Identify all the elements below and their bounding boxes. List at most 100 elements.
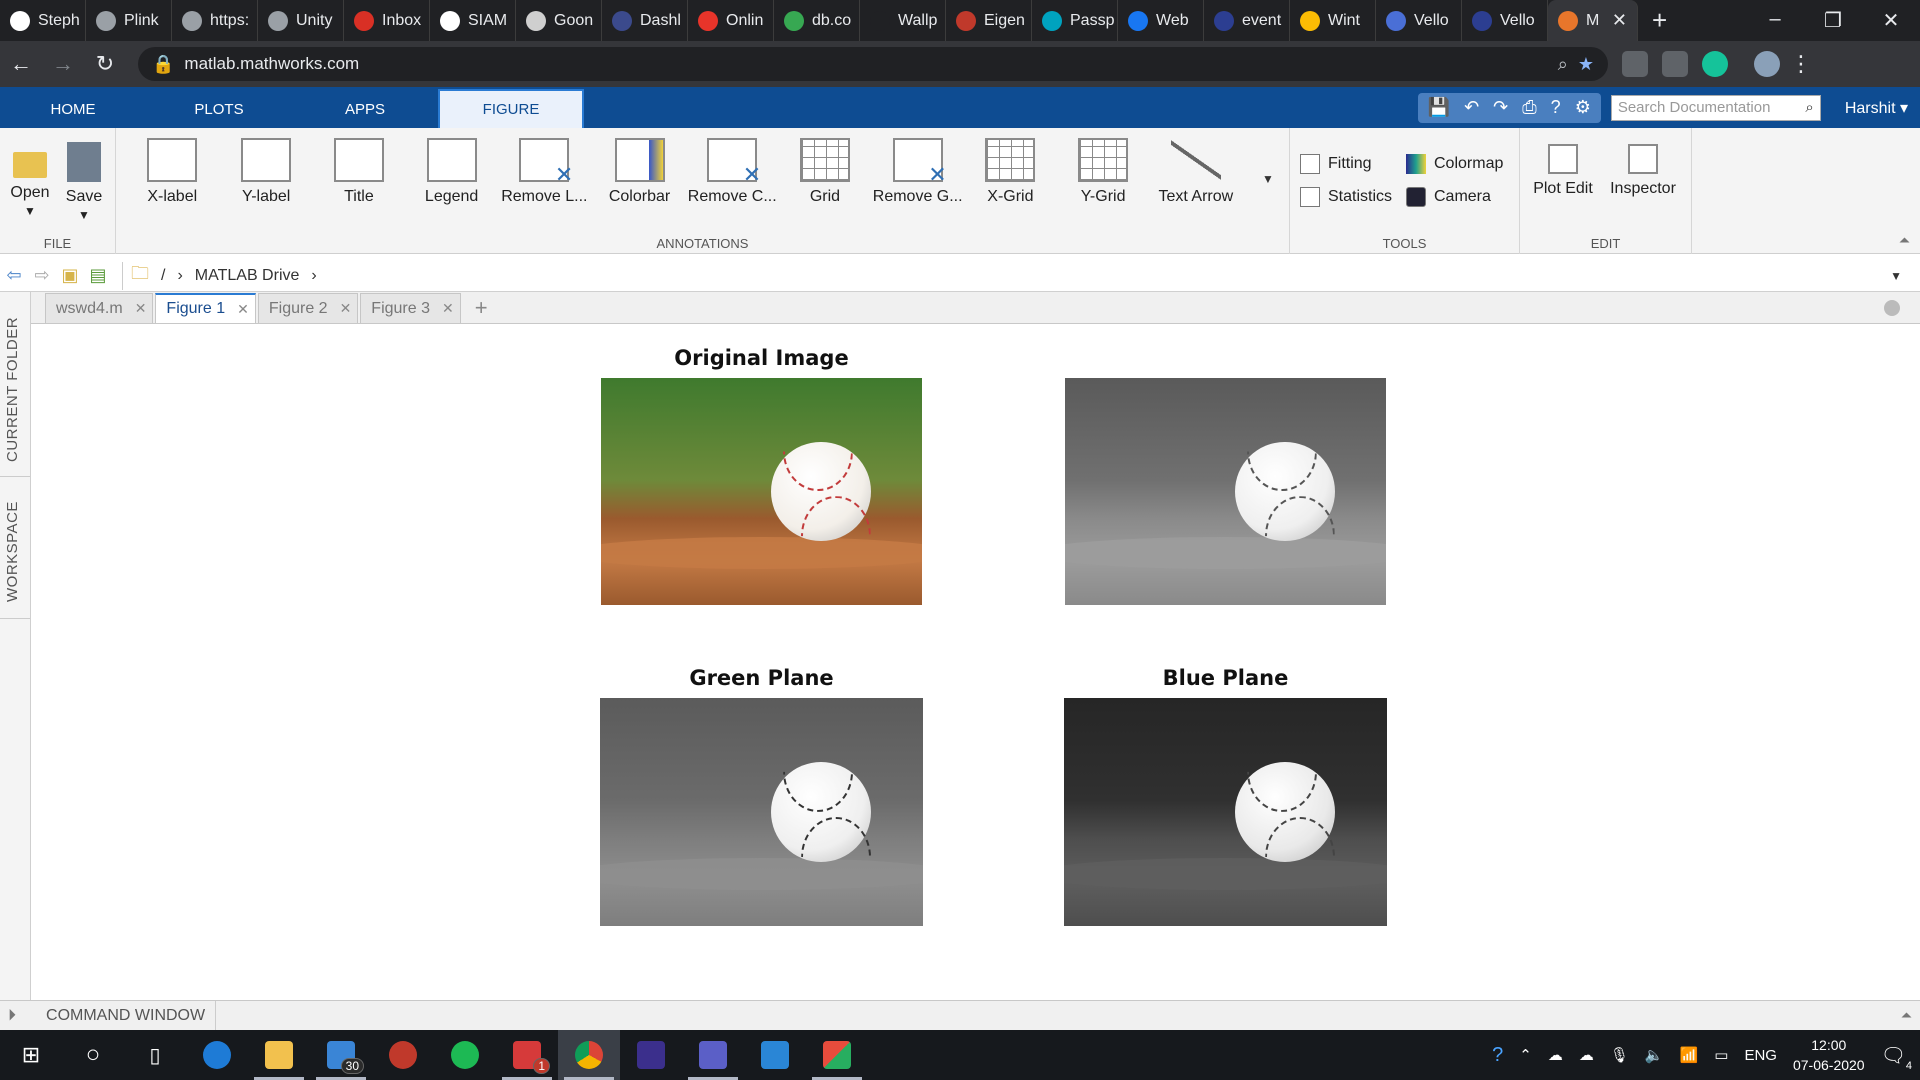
browser-tab[interactable]: Web — [1118, 0, 1204, 41]
close-tab-icon[interactable]: ✕ — [340, 300, 352, 317]
volume-icon[interactable]: 🔈 — [1645, 1046, 1664, 1064]
save-icon[interactable]: 💾 — [1428, 97, 1450, 118]
current-folder-tab[interactable]: CURRENT FOLDER — [4, 317, 21, 462]
workspace-tab[interactable]: WORKSPACE — [4, 501, 21, 602]
close-tab-icon[interactable]: ✕ — [237, 301, 249, 318]
help-icon[interactable]: ? — [1551, 97, 1561, 118]
editor-tab[interactable]: Figure 3 ✕ — [360, 293, 461, 323]
tab-home[interactable]: HOME — [0, 91, 146, 128]
browser-tab[interactable]: Passp — [1032, 0, 1118, 41]
cloud-sync-icon[interactable]: ☁ — [1579, 1046, 1594, 1064]
plot-edit-button[interactable]: Plot Edit — [1524, 138, 1602, 198]
browse-folder-icon[interactable]: ▤ — [84, 265, 112, 286]
browser-tab[interactable]: db.co — [774, 0, 860, 41]
browser-tab[interactable]: SIAM — [430, 0, 516, 41]
annotation-button-7[interactable]: Remove C... — [686, 138, 778, 206]
browser-tab[interactable]: Plink — [86, 0, 172, 41]
forward-arrow-icon[interactable]: ⇨ — [28, 265, 56, 286]
battery-icon[interactable]: ▭ — [1714, 1046, 1728, 1064]
undo-icon[interactable]: ↶ — [1464, 97, 1479, 118]
reload-icon[interactable]: ↻ — [84, 51, 126, 77]
dropdown-arrow-icon[interactable]: ▼ — [24, 204, 36, 218]
search-documentation-input[interactable]: Search Documentation ⌕ — [1610, 94, 1821, 121]
chrome-button[interactable] — [558, 1030, 620, 1080]
annotation-button-10[interactable]: X-Grid — [964, 138, 1056, 206]
notifications-icon[interactable]: 🗨 4 — [1881, 1043, 1912, 1072]
amazon-music-button[interactable] — [620, 1030, 682, 1080]
browser-tab[interactable]: event — [1204, 0, 1290, 41]
grammarly-icon[interactable] — [1702, 51, 1728, 77]
subplot-image[interactable] — [1064, 698, 1387, 926]
office-app-button[interactable] — [806, 1030, 868, 1080]
browser-tab[interactable]: Eigen — [946, 0, 1032, 41]
edge-button[interactable] — [186, 1030, 248, 1080]
microphone-icon[interactable]: 🎙 — [1610, 1046, 1629, 1064]
zoom-icon[interactable]: ⌕ — [1558, 54, 1568, 75]
tab-apps[interactable]: APPS — [292, 91, 438, 128]
path-root[interactable]: / — [161, 267, 165, 285]
url-field[interactable]: 🔒 matlab.mathworks.com ⌕ ★ — [138, 47, 1608, 81]
file-explorer-button[interactable] — [248, 1030, 310, 1080]
search-icon[interactable]: ⌕ — [1805, 99, 1813, 116]
menu-icon[interactable]: ⋮ — [1780, 51, 1822, 77]
browser-tab[interactable]: Dashl — [602, 0, 688, 41]
open-button[interactable]: Open ▼ — [2, 138, 58, 220]
annotation-button-1[interactable]: X-label — [126, 138, 218, 206]
annotation-button-8[interactable]: Grid — [779, 138, 871, 206]
annotation-button-2[interactable]: Y-label — [220, 138, 312, 206]
command-window-tab[interactable]: COMMAND WINDOW — [28, 1000, 217, 1031]
annotation-button-11[interactable]: Y-Grid — [1057, 138, 1149, 206]
statistics-button[interactable]: Statistics — [1300, 187, 1392, 207]
browser-tab[interactable]: https: — [172, 0, 258, 41]
wifi-icon[interactable]: 📶 — [1680, 1046, 1699, 1064]
browser-tab[interactable]: Wallp — [860, 0, 946, 41]
expand-up-icon[interactable]: ⏶ — [1901, 1007, 1912, 1024]
path-folder[interactable]: MATLAB Drive — [195, 267, 300, 285]
browser-tab[interactable]: Unity — [258, 0, 344, 41]
annotation-button-4[interactable]: Legend — [406, 138, 498, 206]
tab-figure[interactable]: FIGURE — [438, 89, 584, 128]
browser-tab[interactable]: Steph — [0, 0, 86, 41]
browser-tab[interactable]: Onlin — [688, 0, 774, 41]
inspector-button[interactable]: Inspector — [1604, 138, 1682, 198]
help-tray-icon[interactable]: ? — [1492, 1044, 1503, 1067]
panel-options-icon[interactable] — [1884, 299, 1900, 316]
editor-tab[interactable]: wswd4.m ✕ — [45, 293, 154, 323]
subplot-2[interactable] — [1065, 378, 1386, 605]
app-button[interactable] — [372, 1030, 434, 1080]
photos-button[interactable] — [744, 1030, 806, 1080]
onedrive-icon[interactable]: ☁ — [1548, 1046, 1563, 1064]
print-icon[interactable]: ⎙ — [1522, 97, 1536, 118]
annotations-more-icon[interactable]: ▼ — [1262, 172, 1274, 186]
up-folder-icon[interactable]: ▣ — [56, 265, 84, 286]
settings-icon[interactable]: ⚙ — [1575, 97, 1591, 118]
editor-tab[interactable]: Figure 1 ✕ — [155, 293, 256, 323]
camera-button[interactable]: Camera — [1406, 187, 1491, 207]
mail-button[interactable]: 30 — [310, 1030, 372, 1080]
language-indicator[interactable]: ENG — [1744, 1047, 1777, 1064]
subplot-3[interactable]: Green Plane — [600, 666, 923, 926]
close-tab-icon[interactable]: ✕ — [135, 300, 147, 317]
path-dropdown-icon[interactable]: ▼ — [1890, 269, 1902, 283]
path-box[interactable]: 🗀 / › MATLAB Drive › ▼ — [122, 261, 1920, 290]
close-tab-icon[interactable]: ✕ — [442, 300, 454, 317]
forward-icon[interactable]: → — [42, 51, 84, 77]
annotation-button-5[interactable]: Remove L... — [498, 138, 590, 206]
minimize-icon[interactable]: – — [1746, 8, 1804, 33]
subplot-1[interactable]: Original Image — [601, 346, 922, 605]
dropdown-arrow-icon[interactable]: ▼ — [78, 208, 90, 222]
browser-tab-active[interactable]: M ✕ — [1548, 0, 1638, 41]
extension-icon[interactable] — [1662, 51, 1688, 77]
annotation-button-3[interactable]: Title — [313, 138, 405, 206]
close-window-icon[interactable]: ✕ — [1862, 8, 1920, 33]
teams-button[interactable] — [682, 1030, 744, 1080]
clock[interactable]: 12:00 07-06-2020 — [1793, 1035, 1865, 1075]
back-arrow-icon[interactable]: ⇦ — [0, 265, 28, 286]
back-icon[interactable]: ← — [0, 51, 42, 77]
subplot-image[interactable] — [1065, 378, 1386, 605]
save-button[interactable]: Save ▼ — [56, 138, 112, 224]
fitting-button[interactable]: Fitting — [1300, 154, 1372, 174]
expand-icon[interactable]: ⏵ — [8, 1007, 16, 1025]
close-tab-icon[interactable]: ✕ — [1612, 10, 1627, 31]
figure-canvas[interactable]: Original Image Green Plane Blue Plane — [31, 324, 1920, 1000]
